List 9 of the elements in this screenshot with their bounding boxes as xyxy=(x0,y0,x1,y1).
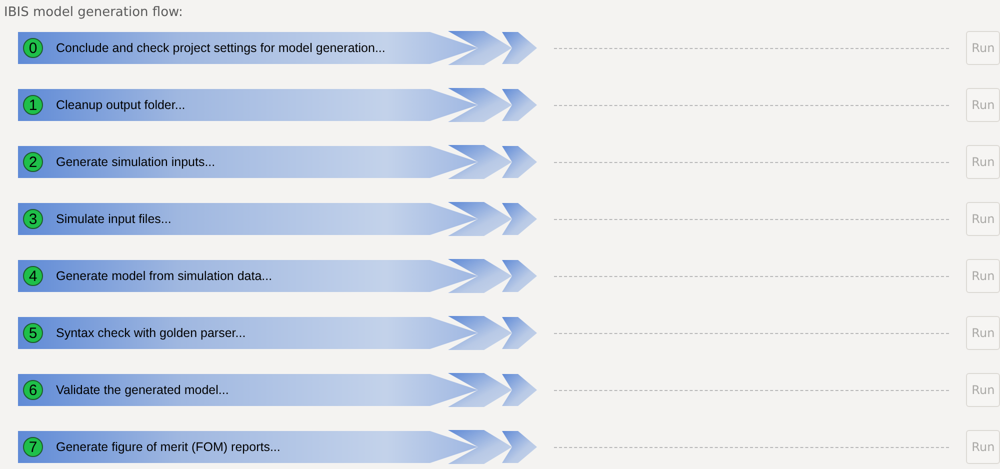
step-label: Simulate input files... xyxy=(56,210,172,228)
step-label: Generate figure of merit (FOM) reports... xyxy=(56,438,280,456)
step-label: Conclude and check project settings for model generation... xyxy=(56,40,386,57)
section-title: IBIS model generation flow: xyxy=(4,4,183,22)
step-label: Syntax check with golden parser... xyxy=(56,324,246,342)
step-label: Generate simulation inputs... xyxy=(56,154,216,171)
step-label: Validate the generated model... xyxy=(56,382,229,399)
step-label: Cleanup output folder... xyxy=(56,96,186,114)
step-label: Generate model from simulation data... xyxy=(56,268,272,285)
